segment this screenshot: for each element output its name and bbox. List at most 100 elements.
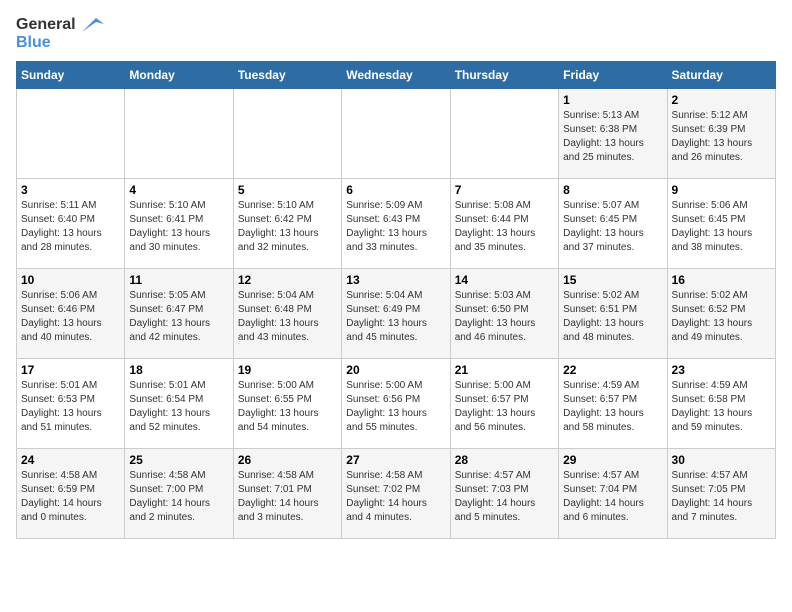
calendar-cell: 7 Sunrise: 5:08 AM Sunset: 6:44 PM Daylig… — [450, 179, 558, 269]
day-number: 2 — [672, 93, 771, 107]
day-info: Sunrise: 4:58 AM Sunset: 6:59 PM Dayligh… — [21, 469, 120, 525]
day-number: 29 — [563, 453, 662, 467]
calendar-cell: 3Sunrise: 5:11 AM Sunset: 6:40 PM Daylig… — [17, 179, 125, 269]
calendar-cell: 9 Sunrise: 5:06 AM Sunset: 6:45 PM Daylig… — [667, 179, 775, 269]
calendar-cell: 4 Sunrise: 5:10 AM Sunset: 6:41 PM Daylig… — [125, 179, 233, 269]
calendar-cell: 6 Sunrise: 5:09 AM Sunset: 6:43 PM Daylig… — [342, 179, 450, 269]
calendar-cell: 5Sunrise: 5:10 AM Sunset: 6:42 PM Daylig… — [233, 179, 341, 269]
day-header-tuesday: Tuesday — [233, 62, 341, 89]
calendar-cell: 19Sunrise: 5:00 AM Sunset: 6:55 PM Dayli… — [233, 359, 341, 449]
calendar-cell: 10 Sunrise: 5:06 AM Sunset: 6:46 PM Dayli… — [17, 269, 125, 359]
day-info: Sunrise: 4:57 AM Sunset: 7:05 PM Dayligh… — [672, 469, 771, 525]
day-info: Sunrise: 5:10 AM Sunset: 6:41 PM Dayligh… — [129, 199, 228, 255]
day-number: 30 — [672, 453, 771, 467]
day-info: Sunrise: 5:04 AM Sunset: 6:49 PM Dayligh… — [346, 289, 445, 345]
day-number: 24 — [21, 453, 120, 467]
day-header-sunday: Sunday — [17, 62, 125, 89]
logo-bird-icon — [82, 18, 104, 32]
day-header-wednesday: Wednesday — [342, 62, 450, 89]
day-info: Sunrise: 5:06 AM Sunset: 6:45 PM Dayligh… — [672, 199, 771, 255]
logo: General Blue — [16, 16, 104, 51]
calendar-cell: 1Sunrise: 5:13 AM Sunset: 6:38 PM Daylig… — [559, 89, 667, 179]
day-info: Sunrise: 4:58 AM Sunset: 7:01 PM Dayligh… — [238, 469, 337, 525]
day-header-friday: Friday — [559, 62, 667, 89]
calendar-cell: 17 Sunrise: 5:01 AM Sunset: 6:53 PM Dayli… — [17, 359, 125, 449]
day-info: Sunrise: 4:57 AM Sunset: 7:04 PM Dayligh… — [563, 469, 662, 525]
day-info: Sunrise: 5:00 AM Sunset: 6:57 PM Dayligh… — [455, 379, 554, 435]
day-number: 5 — [238, 183, 337, 197]
day-info: Sunrise: 4:59 AM Sunset: 6:58 PM Dayligh… — [672, 379, 771, 435]
calendar-week-1: 3Sunrise: 5:11 AM Sunset: 6:40 PM Daylig… — [17, 179, 776, 269]
calendar-cell: 11 Sunrise: 5:05 AM Sunset: 6:47 PM Dayli… — [125, 269, 233, 359]
day-header-saturday: Saturday — [667, 62, 775, 89]
calendar-week-3: 17 Sunrise: 5:01 AM Sunset: 6:53 PM Dayli… — [17, 359, 776, 449]
day-info: Sunrise: 5:08 AM Sunset: 6:44 PM Dayligh… — [455, 199, 554, 255]
day-number: 18 — [129, 363, 228, 377]
day-info: Sunrise: 5:07 AM Sunset: 6:45 PM Dayligh… — [563, 199, 662, 255]
calendar-week-2: 10 Sunrise: 5:06 AM Sunset: 6:46 PM Dayli… — [17, 269, 776, 359]
calendar-cell: 21 Sunrise: 5:00 AM Sunset: 6:57 PM Dayli… — [450, 359, 558, 449]
calendar-table: SundayMondayTuesdayWednesdayThursdayFrid… — [16, 61, 776, 539]
calendar-header-row: SundayMondayTuesdayWednesdayThursdayFrid… — [17, 62, 776, 89]
calendar-cell: 8 Sunrise: 5:07 AM Sunset: 6:45 PM Daylig… — [559, 179, 667, 269]
calendar-cell: 22 Sunrise: 4:59 AM Sunset: 6:57 PM Dayli… — [559, 359, 667, 449]
calendar-cell — [125, 89, 233, 179]
calendar-cell: 16 Sunrise: 5:02 AM Sunset: 6:52 PM Dayli… — [667, 269, 775, 359]
calendar-week-4: 24 Sunrise: 4:58 AM Sunset: 6:59 PM Dayli… — [17, 449, 776, 539]
day-number: 26 — [238, 453, 337, 467]
calendar-cell: 25Sunrise: 4:58 AM Sunset: 7:00 PM Dayli… — [125, 449, 233, 539]
logo-blue: Blue — [16, 34, 104, 52]
day-number: 3 — [21, 183, 120, 197]
page-header: General Blue — [16, 16, 776, 51]
calendar-cell: 12Sunrise: 5:04 AM Sunset: 6:48 PM Dayli… — [233, 269, 341, 359]
day-number: 10 — [21, 273, 120, 287]
day-info: Sunrise: 5:05 AM Sunset: 6:47 PM Dayligh… — [129, 289, 228, 345]
calendar-cell — [342, 89, 450, 179]
day-number: 9 — [672, 183, 771, 197]
calendar-week-0: 1Sunrise: 5:13 AM Sunset: 6:38 PM Daylig… — [17, 89, 776, 179]
day-number: 7 — [455, 183, 554, 197]
day-number: 22 — [563, 363, 662, 377]
calendar-cell: 28Sunrise: 4:57 AM Sunset: 7:03 PM Dayli… — [450, 449, 558, 539]
calendar-cell: 2 Sunrise: 5:12 AM Sunset: 6:39 PM Daylig… — [667, 89, 775, 179]
day-info: Sunrise: 5:06 AM Sunset: 6:46 PM Dayligh… — [21, 289, 120, 345]
day-number: 28 — [455, 453, 554, 467]
calendar-cell: 15Sunrise: 5:02 AM Sunset: 6:51 PM Dayli… — [559, 269, 667, 359]
day-info: Sunrise: 4:58 AM Sunset: 7:02 PM Dayligh… — [346, 469, 445, 525]
day-number: 27 — [346, 453, 445, 467]
day-number: 8 — [563, 183, 662, 197]
calendar-cell: 30 Sunrise: 4:57 AM Sunset: 7:05 PM Dayli… — [667, 449, 775, 539]
day-info: Sunrise: 5:00 AM Sunset: 6:56 PM Dayligh… — [346, 379, 445, 435]
day-info: Sunrise: 5:12 AM Sunset: 6:39 PM Dayligh… — [672, 109, 771, 165]
day-number: 11 — [129, 273, 228, 287]
calendar-cell: 26 Sunrise: 4:58 AM Sunset: 7:01 PM Dayli… — [233, 449, 341, 539]
calendar-cell: 18 Sunrise: 5:01 AM Sunset: 6:54 PM Dayli… — [125, 359, 233, 449]
day-info: Sunrise: 5:00 AM Sunset: 6:55 PM Dayligh… — [238, 379, 337, 435]
calendar-cell — [233, 89, 341, 179]
day-number: 16 — [672, 273, 771, 287]
day-number: 17 — [21, 363, 120, 377]
day-number: 25 — [129, 453, 228, 467]
day-info: Sunrise: 5:02 AM Sunset: 6:52 PM Dayligh… — [672, 289, 771, 345]
day-header-monday: Monday — [125, 62, 233, 89]
day-number: 23 — [672, 363, 771, 377]
day-number: 4 — [129, 183, 228, 197]
calendar-cell: 20Sunrise: 5:00 AM Sunset: 6:56 PM Dayli… — [342, 359, 450, 449]
day-info: Sunrise: 5:03 AM Sunset: 6:50 PM Dayligh… — [455, 289, 554, 345]
calendar-cell: 13 Sunrise: 5:04 AM Sunset: 6:49 PM Dayli… — [342, 269, 450, 359]
day-info: Sunrise: 5:01 AM Sunset: 6:53 PM Dayligh… — [21, 379, 120, 435]
day-number: 13 — [346, 273, 445, 287]
day-info: Sunrise: 5:09 AM Sunset: 6:43 PM Dayligh… — [346, 199, 445, 255]
calendar-cell: 29 Sunrise: 4:57 AM Sunset: 7:04 PM Dayli… — [559, 449, 667, 539]
day-info: Sunrise: 4:59 AM Sunset: 6:57 PM Dayligh… — [563, 379, 662, 435]
day-number: 12 — [238, 273, 337, 287]
calendar-cell: 14Sunrise: 5:03 AM Sunset: 6:50 PM Dayli… — [450, 269, 558, 359]
calendar-cell: 24 Sunrise: 4:58 AM Sunset: 6:59 PM Dayli… — [17, 449, 125, 539]
day-info: Sunrise: 5:13 AM Sunset: 6:38 PM Dayligh… — [563, 109, 662, 165]
logo-general: General — [16, 16, 104, 34]
day-number: 21 — [455, 363, 554, 377]
day-number: 6 — [346, 183, 445, 197]
calendar-cell: 23 Sunrise: 4:59 AM Sunset: 6:58 PM Dayli… — [667, 359, 775, 449]
calendar-cell — [450, 89, 558, 179]
day-info: Sunrise: 5:01 AM Sunset: 6:54 PM Dayligh… — [129, 379, 228, 435]
